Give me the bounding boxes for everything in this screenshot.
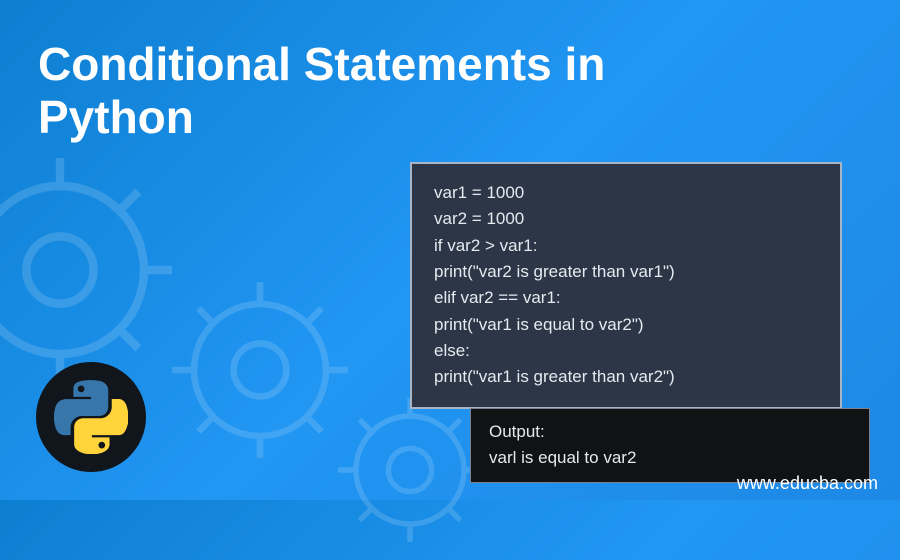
code-line: var2 = 1000 xyxy=(434,206,818,232)
code-block: var1 = 1000 var2 = 1000 if var2 > var1: … xyxy=(410,162,842,409)
code-line: print("var1 is equal to var2") xyxy=(434,312,818,338)
code-line: var1 = 1000 xyxy=(434,180,818,206)
python-logo-icon xyxy=(54,380,128,454)
page-title: Conditional Statements in Python xyxy=(38,38,658,144)
output-block: Output: varl is equal to var2 xyxy=(470,408,870,483)
footer-url: www.educba.com xyxy=(737,473,878,494)
code-line: else: xyxy=(434,338,818,364)
python-logo-badge xyxy=(36,362,146,472)
code-line: if var2 > var1: xyxy=(434,233,818,259)
output-line: varl is equal to var2 xyxy=(489,445,851,471)
code-line: elif var2 == var1: xyxy=(434,285,818,311)
gear-icon xyxy=(150,260,370,480)
code-line: print("var2 is greater than var1") xyxy=(434,259,818,285)
code-line: print("var1 is greater than var2") xyxy=(434,364,818,390)
output-label: Output: xyxy=(489,419,851,445)
